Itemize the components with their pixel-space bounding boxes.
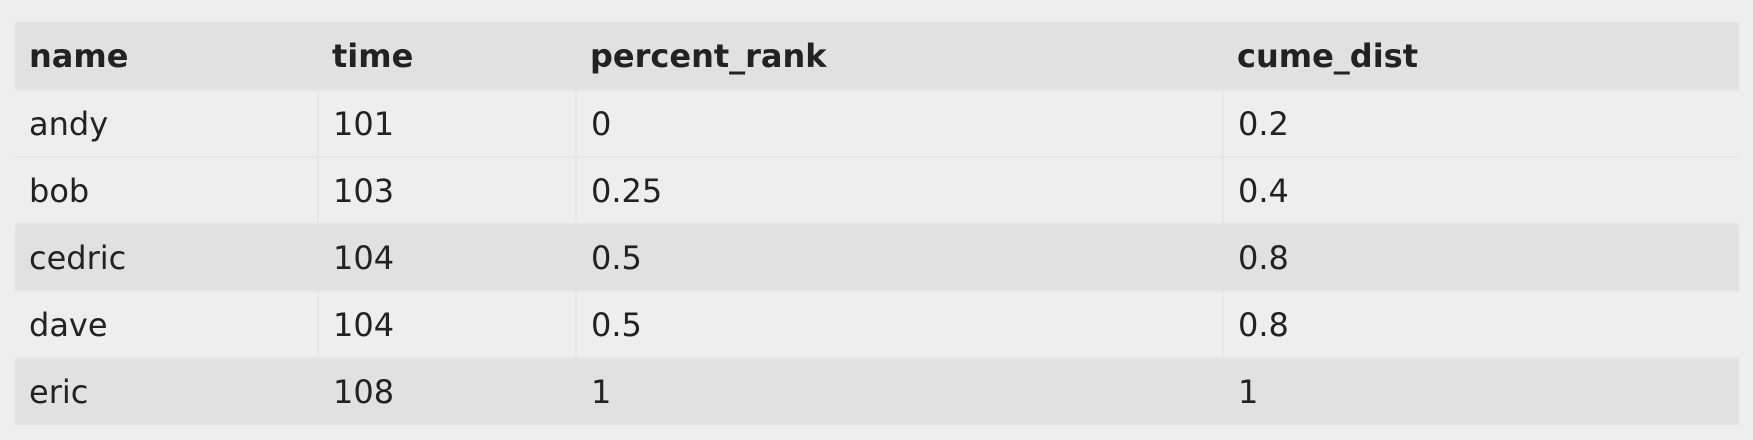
cell-cume-dist: 1: [1223, 357, 1739, 425]
cell-cume-dist: 0.4: [1223, 156, 1739, 224]
cell-name: cedric: [15, 223, 319, 291]
cell-time: 103: [318, 156, 577, 224]
cell-name: bob: [15, 156, 319, 224]
header-row: name time percent_rank cume_dist: [15, 22, 1739, 90]
result-table-container: name time percent_rank cume_dist andy 10…: [15, 22, 1739, 425]
column-header-time: time: [318, 22, 576, 90]
cell-percent-rank: 0.5: [576, 223, 1224, 291]
cell-cume-dist: 0.8: [1223, 290, 1739, 358]
cell-time: 104: [318, 290, 577, 358]
cell-time: 108: [318, 357, 577, 425]
cell-name: andy: [15, 89, 319, 157]
cell-name: eric: [15, 357, 319, 425]
result-table: name time percent_rank cume_dist andy 10…: [15, 22, 1739, 425]
cell-name: dave: [15, 290, 319, 358]
cell-cume-dist: 0.2: [1223, 89, 1739, 157]
table-row: bob 103 0.25 0.4: [15, 156, 1739, 224]
cell-percent-rank: 0: [576, 89, 1224, 157]
table-header: name time percent_rank cume_dist: [15, 22, 1739, 90]
table-row: cedric 104 0.5 0.8: [15, 223, 1739, 291]
table-body: andy 101 0 0.2 bob 103 0.25 0.4 cedric 1…: [15, 89, 1739, 425]
column-header-name: name: [15, 22, 318, 90]
table-row: andy 101 0 0.2: [15, 89, 1739, 157]
table-row: eric 108 1 1: [15, 357, 1739, 425]
cell-cume-dist: 0.8: [1223, 223, 1739, 291]
cell-percent-rank: 0.25: [576, 156, 1224, 224]
cell-percent-rank: 0.5: [576, 290, 1224, 358]
cell-percent-rank: 1: [576, 357, 1224, 425]
column-header-cume-dist: cume_dist: [1223, 22, 1739, 90]
table-row: dave 104 0.5 0.8: [15, 290, 1739, 358]
cell-time: 104: [318, 223, 577, 291]
column-header-percent-rank: percent_rank: [576, 22, 1223, 90]
cell-time: 101: [318, 89, 577, 157]
